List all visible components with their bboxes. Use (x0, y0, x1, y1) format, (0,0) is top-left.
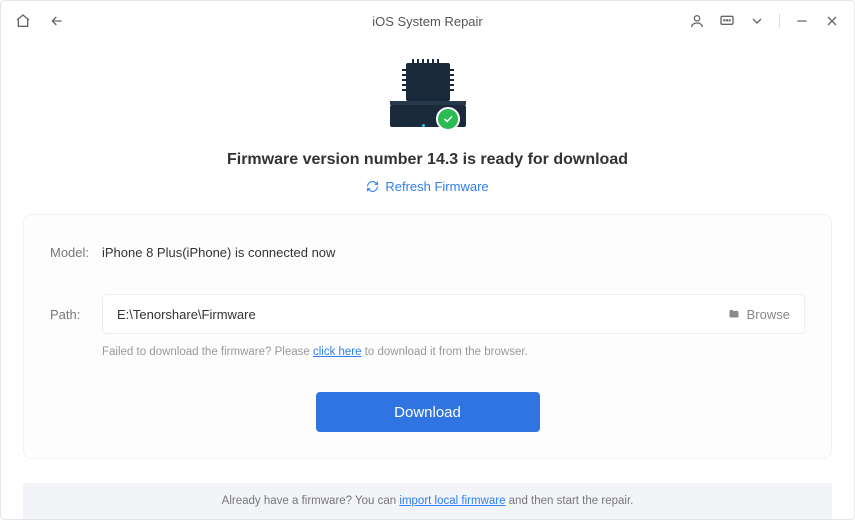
browse-label: Browse (747, 307, 790, 322)
browse-button[interactable]: Browse (727, 307, 790, 322)
path-input[interactable] (117, 307, 727, 322)
user-icon[interactable] (689, 13, 705, 29)
model-value: iPhone 8 Plus(iPhone) is connected now (102, 245, 335, 260)
model-row: Model: iPhone 8 Plus(iPhone) is connecte… (50, 245, 805, 260)
refresh-label: Refresh Firmware (385, 179, 488, 194)
separator (779, 14, 780, 28)
firmware-card: Model: iPhone 8 Plus(iPhone) is connecte… (23, 214, 832, 459)
path-box: Browse (102, 294, 805, 334)
back-icon[interactable] (49, 13, 65, 29)
model-label: Model: (50, 245, 102, 260)
titlebar-left (15, 13, 65, 29)
download-hint: Failed to download the firmware? Please … (102, 346, 805, 358)
titlebar-right (689, 13, 840, 29)
refresh-firmware-button[interactable]: Refresh Firmware (366, 179, 488, 194)
footer: Already have a firmware? You can import … (23, 483, 832, 519)
close-icon[interactable] (824, 13, 840, 29)
app-window: iOS System Repair (0, 0, 855, 520)
check-badge-icon (436, 107, 460, 131)
page-heading: Firmware version number 14.3 is ready fo… (227, 151, 628, 169)
folder-icon (727, 308, 741, 320)
click-here-link[interactable]: click here (313, 346, 362, 358)
download-button[interactable]: Download (316, 392, 540, 432)
content: Firmware version number 14.3 is ready fo… (1, 41, 854, 519)
import-firmware-link[interactable]: import local firmware (399, 495, 505, 507)
path-label: Path: (50, 307, 102, 322)
chevron-down-icon[interactable] (749, 13, 765, 29)
feedback-icon[interactable] (719, 13, 735, 29)
refresh-icon (366, 180, 379, 193)
path-row: Path: Browse (50, 294, 805, 334)
home-icon[interactable] (15, 13, 31, 29)
minimize-icon[interactable] (794, 13, 810, 29)
firmware-chip-icon (382, 63, 474, 133)
titlebar: iOS System Repair (1, 1, 854, 41)
